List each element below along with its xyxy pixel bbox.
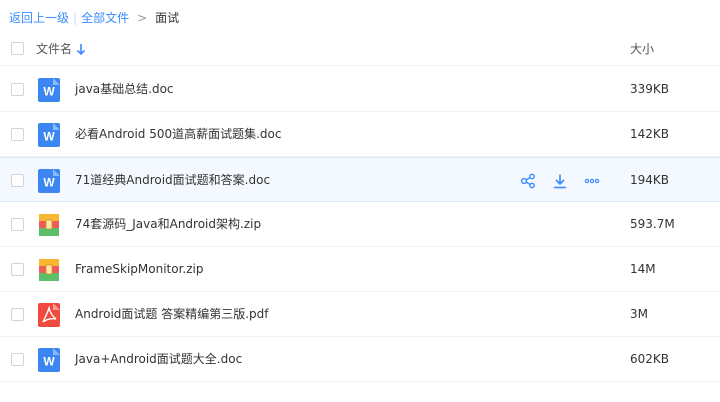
all-files-link[interactable]: 全部文件 (81, 9, 129, 27)
row-checkbox[interactable] (11, 263, 24, 276)
word-doc-icon: W (38, 78, 60, 102)
file-row[interactable]: W 71道经典Android面试题和答案.doc 194KB (0, 157, 720, 202)
file-size: 593.7M (630, 217, 675, 231)
current-folder: 面试 (155, 11, 180, 25)
select-all-checkbox[interactable] (11, 42, 24, 55)
row-checkbox[interactable] (11, 218, 24, 231)
file-name[interactable]: Android面试题 答案精编第三版.pdf (75, 306, 268, 322)
word-doc-icon: W (38, 348, 60, 372)
zip-archive-icon (38, 258, 60, 282)
svg-text:W: W (43, 176, 55, 190)
zip-archive-icon (38, 213, 60, 237)
pdf-icon (38, 303, 60, 327)
file-size: 194KB (630, 173, 670, 187)
file-size: 602KB (630, 352, 670, 366)
svg-text:W: W (43, 355, 55, 369)
file-size: 3M (630, 307, 648, 321)
breadcrumb-arrow: > (137, 11, 148, 25)
svg-text:W: W (43, 85, 55, 99)
file-name[interactable]: FrameSkipMonitor.zip (75, 261, 203, 277)
svg-text:W: W (43, 130, 55, 144)
row-actions (518, 171, 614, 191)
breadcrumb-divider: | (73, 11, 78, 25)
file-name[interactable]: 71道经典Android面试题和答案.doc (75, 172, 270, 188)
file-row[interactable]: 74套源码_Java和Android架构.zip 593.7M (0, 202, 720, 247)
file-size: 142KB (630, 127, 670, 141)
file-size: 14M (630, 262, 656, 276)
row-checkbox[interactable] (11, 353, 24, 366)
more-icon[interactable] (582, 171, 602, 191)
share-icon[interactable] (518, 171, 538, 191)
download-icon[interactable] (550, 171, 570, 191)
file-name[interactable]: java基础总结.doc (75, 81, 174, 97)
row-checkbox[interactable] (11, 83, 24, 96)
word-doc-icon: W (38, 123, 60, 147)
word-doc-icon: W (38, 169, 60, 193)
breadcrumb: 返回上一级 | 全部文件 > 面试 (9, 9, 179, 27)
file-name[interactable]: 必看Android 500道高薪面试题集.doc (75, 126, 282, 142)
file-row[interactable]: W 必看Android 500道高薪面试题集.doc 142KB (0, 112, 720, 157)
row-checkbox[interactable] (11, 128, 24, 141)
name-column-label: 文件名 (36, 42, 73, 56)
row-checkbox[interactable] (11, 174, 24, 187)
row-checkbox[interactable] (11, 308, 24, 321)
file-size: 339KB (630, 82, 670, 96)
file-row[interactable]: FrameSkipMonitor.zip 14M (0, 247, 720, 292)
name-column-header[interactable]: 文件名 (36, 41, 87, 57)
size-column-header[interactable]: 大小 (630, 41, 654, 57)
file-row[interactable]: Android面试题 答案精编第三版.pdf 3M (0, 292, 720, 337)
file-row[interactable]: W Java+Android面试题大全.doc 602KB (0, 337, 720, 382)
file-list-header: 文件名 大小 (0, 34, 720, 66)
back-link[interactable]: 返回上一级 (9, 9, 69, 27)
file-name[interactable]: Java+Android面试题大全.doc (75, 351, 242, 367)
file-name[interactable]: 74套源码_Java和Android架构.zip (75, 216, 261, 232)
file-row[interactable]: W java基础总结.doc 339KB (0, 67, 720, 112)
arrow-down-icon[interactable] (75, 42, 87, 56)
